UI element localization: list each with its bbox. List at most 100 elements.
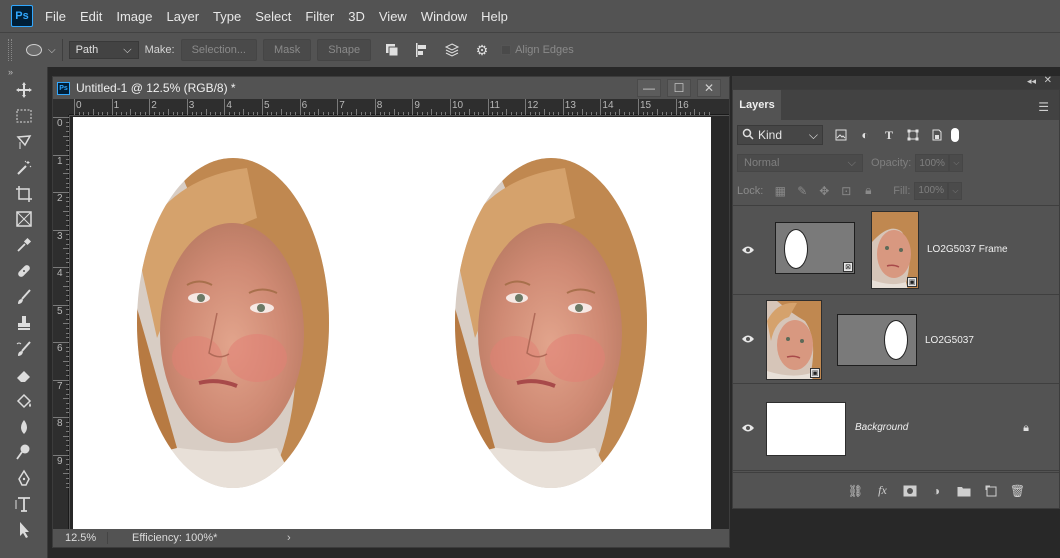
panel-menu-icon[interactable]: ☰: [1038, 100, 1049, 114]
menu-help[interactable]: Help: [475, 9, 514, 24]
gear-icon[interactable]: ⚙: [471, 39, 493, 61]
lock-image-pixels-icon[interactable]: ✎: [791, 184, 813, 198]
brush-tool-icon[interactable]: [0, 284, 48, 310]
lock-transparent-pixels-icon[interactable]: ▦: [769, 184, 791, 198]
tab-layers[interactable]: Layers: [733, 90, 781, 120]
make-mask-button[interactable]: Mask: [262, 39, 312, 61]
document-tab[interactable]: Ps Untitled-1 @ 12.5% (RGB/8) * — ☐ ✕: [53, 77, 729, 99]
make-selection-button[interactable]: Selection...: [180, 39, 257, 61]
layer-row-frame[interactable]: ⊠ ▣ LO2G5037 Frame: [733, 206, 1059, 295]
crop-tool-icon[interactable]: [0, 181, 48, 207]
frame-mask-thumbnail[interactable]: ⊠: [775, 222, 855, 274]
close-panels-icon[interactable]: ✕: [1044, 75, 1052, 86]
lasso-tool-icon[interactable]: [0, 129, 48, 155]
magic-wand-icon[interactable]: [0, 155, 48, 181]
options-grip[interactable]: [8, 39, 12, 61]
zoom-level[interactable]: 12.5%: [53, 532, 103, 544]
ellipse-tool-preset-icon[interactable]: [26, 44, 42, 56]
lock-all-icon[interactable]: 🔒︎: [857, 183, 879, 198]
new-layer-icon[interactable]: [977, 482, 1004, 500]
new-adjustment-layer-icon[interactable]: ◑: [923, 482, 950, 500]
menu-3d[interactable]: 3D: [342, 9, 371, 24]
maximize-button[interactable]: ☐: [667, 79, 691, 97]
menu-select[interactable]: Select: [249, 9, 297, 24]
menu-file[interactable]: File: [39, 9, 72, 24]
delete-layer-icon[interactable]: 🗑︎: [1004, 482, 1031, 500]
move-tool-icon[interactable]: [0, 77, 48, 103]
lock-position-icon[interactable]: ✥: [813, 184, 835, 198]
frame-content-thumbnail[interactable]: ▣: [871, 211, 919, 289]
pen-tool-icon[interactable]: [0, 465, 48, 491]
opacity-input[interactable]: 100%: [915, 154, 950, 172]
path-operations-icon[interactable]: [381, 39, 403, 61]
marquee-tool-icon[interactable]: [0, 103, 48, 129]
horizontal-ruler[interactable]: 0 1 2 3 4 5 6 7 8 9 10 11 12 13 14 15 16: [69, 99, 729, 115]
document-canvas[interactable]: [73, 117, 711, 530]
collapse-panels-icon[interactable]: ◂◂: [1027, 76, 1036, 87]
path-selection-icon[interactable]: [0, 517, 48, 543]
filter-type-icon[interactable]: T: [877, 125, 901, 145]
ruler-tick: [459, 112, 461, 115]
layer-row-background[interactable]: Background 🔒︎: [733, 384, 1059, 473]
blend-mode-select[interactable]: Normal ⌵: [737, 154, 863, 172]
layer-style-icon[interactable]: fx: [869, 482, 896, 500]
portrait-layer-image-right[interactable]: [455, 158, 647, 488]
menu-window[interactable]: Window: [415, 9, 473, 24]
collapse-toolbar-icon[interactable]: »: [0, 67, 47, 77]
new-group-icon[interactable]: [950, 482, 977, 500]
menu-layer[interactable]: Layer: [161, 9, 206, 24]
chevron-down-icon[interactable]: ⌵: [948, 181, 963, 200]
menu-view[interactable]: View: [373, 9, 413, 24]
chevron-right-icon[interactable]: ›: [287, 532, 291, 544]
path-alignment-icon[interactable]: [411, 39, 433, 61]
add-mask-icon[interactable]: [896, 482, 923, 500]
close-button[interactable]: ✕: [697, 79, 721, 97]
filter-shape-icon[interactable]: [901, 125, 925, 145]
healing-brush-icon[interactable]: [0, 258, 48, 284]
visibility-eye-icon[interactable]: [739, 332, 757, 346]
portrait-frame-image-left[interactable]: [137, 158, 329, 488]
filter-smart-object-icon[interactable]: [925, 125, 949, 145]
filter-pixel-icon[interactable]: [829, 125, 853, 145]
layer-mask-thumbnail[interactable]: [837, 314, 917, 366]
paint-bucket-icon[interactable]: [0, 388, 48, 414]
eyedropper-icon[interactable]: [0, 232, 48, 258]
layer-name[interactable]: Background: [855, 422, 908, 433]
chevron-down-icon[interactable]: ⌵: [48, 45, 56, 56]
dodge-tool-icon[interactable]: [0, 439, 48, 465]
menu-edit[interactable]: Edit: [74, 9, 108, 24]
photoshop-logo[interactable]: Ps: [11, 5, 33, 27]
visibility-eye-icon[interactable]: [739, 421, 757, 435]
lock-artboard-icon[interactable]: ⊡: [835, 184, 857, 198]
menu-image[interactable]: Image: [110, 9, 158, 24]
layer-name[interactable]: LO2G5037 Frame: [927, 244, 1008, 255]
filter-toggle[interactable]: [951, 128, 959, 142]
image-layer-thumbnail[interactable]: ▣: [766, 300, 822, 380]
tool-mode-select[interactable]: Path ⌵: [68, 41, 139, 59]
canvas-area[interactable]: [70, 116, 729, 530]
minimize-button[interactable]: —: [637, 79, 661, 97]
lock-icon: 🔒︎: [1023, 422, 1029, 434]
align-edges-checkbox[interactable]: [501, 45, 512, 55]
ruler-origin[interactable]: [53, 99, 69, 115]
background-thumbnail[interactable]: [766, 402, 846, 456]
make-shape-button[interactable]: Shape: [317, 39, 372, 61]
blur-tool-icon[interactable]: [0, 414, 48, 440]
frame-tool-icon[interactable]: [0, 206, 48, 232]
layer-row-image[interactable]: ▣ LO2G5037: [733, 295, 1059, 384]
clone-stamp-icon[interactable]: [0, 310, 48, 336]
eraser-icon[interactable]: [0, 362, 48, 388]
menu-type[interactable]: Type: [207, 9, 247, 24]
vertical-ruler[interactable]: 0 1 2 3 4 5 6 7 8 9: [53, 115, 69, 531]
filter-kind-select[interactable]: Kind ⌵: [737, 125, 823, 145]
history-brush-icon[interactable]: [0, 336, 48, 362]
visibility-eye-icon[interactable]: [739, 243, 757, 257]
menu-filter[interactable]: Filter: [299, 9, 340, 24]
fill-input[interactable]: 100%: [914, 181, 949, 200]
filter-adjustment-icon[interactable]: ◐: [853, 125, 877, 145]
chevron-down-icon[interactable]: ⌵: [949, 154, 964, 172]
type-tool-icon[interactable]: [0, 491, 48, 517]
link-layers-icon[interactable]: ⛓: [842, 482, 869, 500]
path-arrangement-icon[interactable]: [441, 39, 463, 61]
layer-name[interactable]: LO2G5037: [925, 335, 974, 346]
